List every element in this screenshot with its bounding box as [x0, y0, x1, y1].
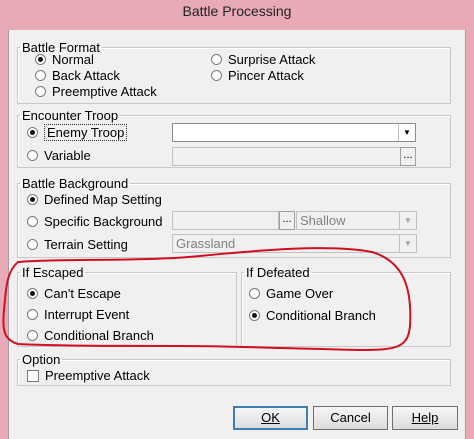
radio-game-over[interactable]: Game Over — [249, 286, 333, 301]
radio-escaped-conditional-branch[interactable]: Conditional Branch — [27, 328, 154, 343]
radio-enemy-troop-indicator — [27, 127, 38, 138]
radio-back-attack[interactable]: Back Attack — [35, 68, 120, 83]
help-button-label: Help — [411, 410, 439, 425]
radio-variable-label: Variable — [44, 148, 91, 163]
radio-back-attack-label: Back Attack — [52, 68, 120, 83]
radio-terrain-setting-indicator — [27, 239, 38, 250]
radio-defined-map-setting-label: Defined Map Setting — [44, 192, 162, 207]
shallow-select[interactable]: Shallow ▼ — [296, 211, 417, 230]
radio-surprise-attack-label: Surprise Attack — [228, 52, 316, 67]
radio-enemy-troop[interactable]: Enemy Troop — [27, 124, 128, 141]
radio-specific-background[interactable]: Specific Background — [27, 214, 163, 229]
enemy-troop-select[interactable]: ▼ — [172, 123, 416, 142]
specific-background-field[interactable] — [172, 211, 279, 230]
window-title: Battle Processing — [182, 3, 292, 19]
preemptive-attack-checkbox-label: Preemptive Attack — [45, 368, 150, 383]
radio-normal[interactable]: Normal — [35, 52, 94, 67]
radio-defined-map-setting-indicator — [27, 194, 38, 205]
if-escaped-legend: If Escaped — [22, 265, 84, 280]
shallow-value: Shallow — [300, 213, 346, 228]
radio-terrain-setting-label: Terrain Setting — [44, 237, 128, 252]
radio-game-over-indicator — [249, 288, 260, 299]
cancel-button-label: Cancel — [330, 410, 371, 425]
radio-escaped-conditional-branch-indicator — [27, 330, 38, 341]
cancel-button[interactable]: Cancel — [313, 406, 388, 430]
radio-preemptive-attack-label: Preemptive Attack — [52, 84, 157, 99]
encounter-troop-legend: Encounter Troop — [22, 108, 119, 123]
radio-pincer-attack-label: Pincer Attack — [228, 68, 304, 83]
chevron-down-icon: ▼ — [399, 212, 416, 229]
radio-normal-label: Normal — [52, 52, 94, 67]
radio-surprise-attack-indicator — [211, 54, 222, 65]
radio-interrupt-event-indicator — [27, 309, 38, 320]
radio-preemptive-attack[interactable]: Preemptive Attack — [35, 84, 157, 99]
radio-pincer-attack[interactable]: Pincer Attack — [211, 68, 304, 83]
radio-preemptive-attack-indicator — [35, 86, 46, 97]
radio-cant-escape-indicator — [27, 288, 38, 299]
ok-button[interactable]: OK — [233, 406, 308, 430]
chevron-down-icon: ▼ — [399, 235, 416, 252]
radio-surprise-attack[interactable]: Surprise Attack — [211, 52, 315, 67]
help-button[interactable]: Help — [392, 406, 458, 430]
radio-interrupt-event[interactable]: Interrupt Event — [27, 307, 129, 322]
specific-background-browse-button[interactable]: ... — [279, 211, 295, 230]
terrain-select[interactable]: Grassland ▼ — [172, 234, 417, 253]
radio-defined-map-setting[interactable]: Defined Map Setting — [27, 192, 162, 207]
radio-defeated-conditional-branch-indicator — [249, 310, 260, 321]
preemptive-attack-checkbox-box — [27, 369, 39, 382]
battle-processing-window: Battle Processing Battle Format Normal B… — [0, 0, 474, 439]
chevron-down-icon: ▼ — [398, 124, 415, 141]
radio-pincer-attack-indicator — [211, 70, 222, 81]
if-defeated-group: If Defeated — [241, 265, 451, 347]
radio-normal-indicator — [35, 54, 46, 65]
radio-escaped-conditional-branch-label: Conditional Branch — [44, 328, 154, 343]
radio-variable[interactable]: Variable — [27, 148, 91, 163]
radio-cant-escape-label: Can't Escape — [44, 286, 121, 301]
radio-specific-background-label: Specific Background — [44, 214, 163, 229]
radio-defeated-conditional-branch-label: Conditional Branch — [266, 308, 376, 323]
radio-specific-background-indicator — [27, 216, 38, 227]
variable-browse-button[interactable]: ... — [400, 147, 416, 166]
radio-cant-escape[interactable]: Can't Escape — [27, 286, 121, 301]
radio-game-over-label: Game Over — [266, 286, 334, 301]
radio-terrain-setting[interactable]: Terrain Setting — [27, 237, 128, 252]
variable-field[interactable] — [172, 147, 401, 166]
terrain-value: Grassland — [176, 236, 236, 251]
radio-variable-indicator — [27, 150, 38, 161]
if-defeated-legend: If Defeated — [246, 265, 310, 280]
dialog-client-area: Battle Format Normal Back Attack Preempt… — [8, 30, 466, 439]
radio-interrupt-event-label: Interrupt Event — [44, 307, 130, 322]
preemptive-attack-checkbox[interactable]: Preemptive Attack — [27, 368, 150, 383]
option-legend: Option — [22, 352, 61, 367]
radio-defeated-conditional-branch[interactable]: Conditional Branch — [249, 308, 376, 323]
battle-background-legend: Battle Background — [22, 176, 129, 191]
radio-enemy-troop-label: Enemy Troop — [44, 124, 128, 141]
radio-back-attack-indicator — [35, 70, 46, 81]
ok-button-label: OK — [261, 410, 280, 425]
